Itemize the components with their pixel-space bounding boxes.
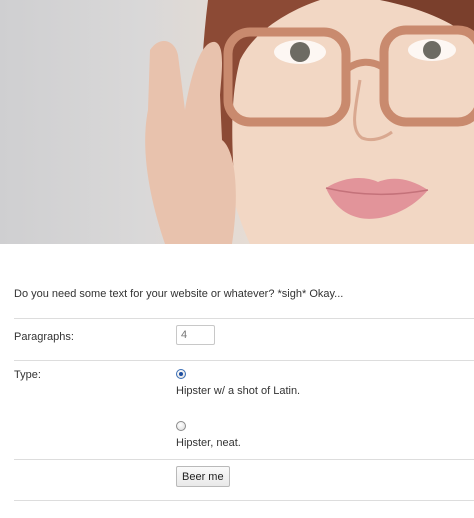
- divider: [14, 360, 474, 361]
- hero-photo: [0, 0, 474, 244]
- divider: [14, 459, 474, 460]
- intro-text: Do you need some text for your website o…: [14, 288, 344, 300]
- paragraphs-label: Paragraphs:: [14, 331, 74, 343]
- divider: [14, 500, 474, 501]
- beer-me-button[interactable]: Beer me: [176, 466, 230, 487]
- paragraphs-input[interactable]: [176, 325, 215, 345]
- hero-photo-illustration: [145, 0, 474, 244]
- type-radio-neat[interactable]: [176, 421, 186, 431]
- type-radio-latin-label: Hipster w/ a shot of Latin.: [176, 385, 301, 397]
- divider: [14, 318, 474, 319]
- type-radio-latin[interactable]: [176, 369, 186, 379]
- type-label: Type:: [14, 369, 41, 381]
- page: Do you need some text for your website o…: [0, 0, 474, 518]
- type-radio-neat-label: Hipster, neat.: [176, 437, 241, 449]
